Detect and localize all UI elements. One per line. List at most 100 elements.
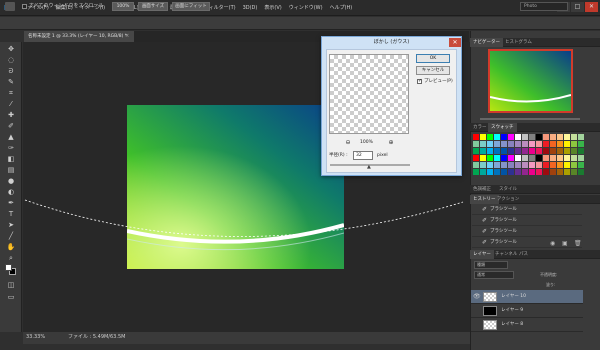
quick-mask-icon[interactable]: ◫ xyxy=(6,281,16,290)
color-swatch[interactable] xyxy=(494,155,500,161)
trash-icon[interactable]: 🗑 xyxy=(574,240,582,247)
tab-color[interactable]: カラー xyxy=(470,123,490,132)
color-swatch[interactable] xyxy=(557,148,563,154)
color-swatch[interactable] xyxy=(515,169,521,175)
color-swatch[interactable] xyxy=(473,148,479,154)
color-swatch[interactable] xyxy=(564,134,570,140)
color-swatch[interactable] xyxy=(557,155,563,161)
tab-actions[interactable]: アクション xyxy=(494,195,522,204)
color-swatch[interactable] xyxy=(529,162,535,168)
color-swatch[interactable] xyxy=(578,141,584,147)
filter-preview[interactable] xyxy=(329,54,409,134)
radius-slider-thumb[interactable]: ▲ xyxy=(367,165,372,170)
color-swatch[interactable] xyxy=(473,155,479,161)
color-swatch[interactable] xyxy=(494,134,500,140)
close-tab-icon[interactable]: × xyxy=(125,31,133,42)
color-swatch[interactable] xyxy=(564,155,570,161)
fit-screen-button[interactable]: 画面サイズ xyxy=(138,2,168,11)
color-swatch[interactable] xyxy=(522,169,528,175)
color-swatch[interactable] xyxy=(543,134,549,140)
color-swatch[interactable] xyxy=(501,141,507,147)
color-swatch[interactable] xyxy=(564,141,570,147)
blend-mode-select[interactable]: 通常 xyxy=(474,271,514,279)
eraser-tool-icon[interactable]: ◧ xyxy=(6,155,16,164)
type-tool-icon[interactable]: T xyxy=(6,210,16,219)
color-swatch[interactable] xyxy=(578,162,584,168)
color-swatch[interactable] xyxy=(529,141,535,147)
history-item[interactable]: ✐ ブラシツール xyxy=(472,205,582,215)
color-swatch[interactable] xyxy=(494,169,500,175)
maximize-button[interactable]: □ xyxy=(571,2,584,12)
history-item[interactable]: ✐ ブラシツール xyxy=(472,227,582,237)
dialog-close-button[interactable]: ✕ xyxy=(449,38,461,47)
color-swatch[interactable] xyxy=(473,169,479,175)
color-swatch[interactable] xyxy=(571,169,577,175)
actual-pixels-button[interactable]: 100% xyxy=(112,2,134,11)
color-swatch[interactable] xyxy=(536,162,542,168)
stamp-tool-icon[interactable]: ▲ xyxy=(6,133,16,142)
move-tool-icon[interactable]: ✥ xyxy=(6,45,16,54)
color-swatch[interactable] xyxy=(564,169,570,175)
tab-histogram[interactable]: ヒストグラム xyxy=(502,38,535,47)
color-swatch[interactable] xyxy=(480,155,486,161)
color-swatch[interactable] xyxy=(508,141,514,147)
color-swatch[interactable] xyxy=(515,134,521,140)
workspace-select[interactable]: Photo xyxy=(520,2,568,11)
color-swatch[interactable] xyxy=(557,162,563,168)
color-swatch[interactable] xyxy=(480,148,486,154)
zoom-tool-icon[interactable]: ⌕ xyxy=(6,254,16,263)
color-swatch[interactable] xyxy=(564,162,570,168)
color-swatch[interactable] xyxy=(543,162,549,168)
preview-checkbox[interactable]: ✓ xyxy=(417,79,422,84)
color-swatch[interactable] xyxy=(522,155,528,161)
color-swatch[interactable] xyxy=(473,141,479,147)
color-swatch[interactable] xyxy=(494,162,500,168)
color-swatch[interactable] xyxy=(550,162,556,168)
color-swatch[interactable] xyxy=(501,169,507,175)
color-swatch[interactable] xyxy=(494,141,500,147)
color-swatch[interactable] xyxy=(508,169,514,175)
radius-input[interactable]: 32 xyxy=(353,151,373,160)
zoom-out-icon[interactable]: ⊖ xyxy=(344,139,352,147)
tab-navigator[interactable]: ナビゲーター xyxy=(470,38,503,47)
color-swatch[interactable] xyxy=(543,169,549,175)
color-swatch[interactable] xyxy=(494,148,500,154)
color-swatch[interactable] xyxy=(501,162,507,168)
color-swatch[interactable] xyxy=(522,162,528,168)
blur-tool-icon[interactable]: ● xyxy=(6,177,16,186)
color-swatch[interactable] xyxy=(501,148,507,154)
color-swatch[interactable] xyxy=(536,148,542,154)
color-swatch[interactable] xyxy=(536,134,542,140)
color-swatch[interactable] xyxy=(550,169,556,175)
color-swatch[interactable] xyxy=(480,162,486,168)
color-swatch[interactable] xyxy=(571,155,577,161)
healing-tool-icon[interactable]: ✚ xyxy=(6,111,16,120)
eyedropper-tool-icon[interactable]: ⁄ xyxy=(6,100,16,109)
layer-row[interactable]: 👁 レイヤー 10 xyxy=(471,290,583,304)
color-swatch[interactable] xyxy=(522,141,528,147)
color-swatch[interactable] xyxy=(473,134,479,140)
pen-tool-icon[interactable]: ✒ xyxy=(6,199,16,208)
color-swatch[interactable] xyxy=(550,134,556,140)
scroll-all-checkbox[interactable] xyxy=(22,4,27,9)
color-swatch[interactable] xyxy=(522,134,528,140)
tab-adjustments[interactable]: 色調補正 xyxy=(470,185,494,194)
hand-tool-preset-icon[interactable] xyxy=(5,2,15,11)
history-brush-tool-icon[interactable]: ✑ xyxy=(6,144,16,153)
color-swatch[interactable] xyxy=(515,155,521,161)
color-swatch[interactable] xyxy=(578,169,584,175)
cancel-button[interactable]: キャンセル xyxy=(416,66,450,75)
color-swatch[interactable] xyxy=(473,162,479,168)
path-select-tool-icon[interactable]: ➤ xyxy=(6,221,16,230)
color-swatch[interactable] xyxy=(508,148,514,154)
new-document-icon[interactable]: ▣ xyxy=(562,240,570,247)
color-swatch[interactable] xyxy=(487,141,493,147)
menu-window[interactable]: ウィンドウ(W) xyxy=(289,3,323,13)
layer-filter-select[interactable]: 種類 xyxy=(474,261,508,269)
color-swatch[interactable] xyxy=(536,141,542,147)
color-swatch[interactable] xyxy=(480,134,486,140)
hand-tool-icon[interactable]: ✋ xyxy=(6,243,16,252)
color-swatch[interactable] xyxy=(515,162,521,168)
menu-3d[interactable]: 3D(D) xyxy=(243,3,258,13)
swatch-grid[interactable] xyxy=(473,134,584,176)
